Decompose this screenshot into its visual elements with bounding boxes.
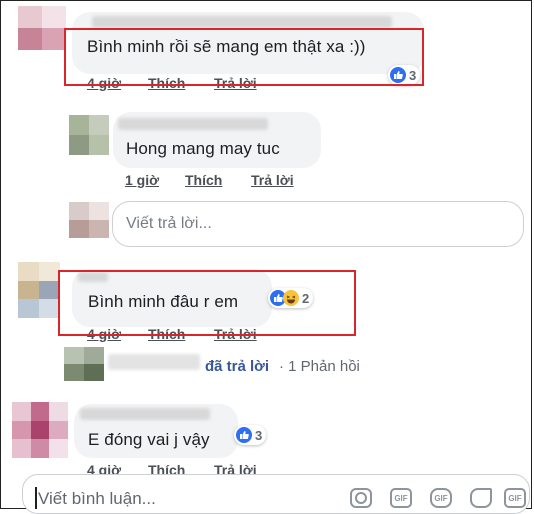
reply-input[interactable]: Viết trả lời... — [112, 201, 524, 247]
replied-label[interactable]: đã trả lời — [205, 358, 269, 375]
replier-name[interactable] — [108, 354, 200, 370]
comment-input[interactable]: Viết bình luận... — [22, 474, 530, 514]
gif-alt-icon[interactable]: GIF — [430, 488, 452, 508]
comment-timestamp[interactable]: 1 giờ — [125, 172, 159, 188]
avatar[interactable] — [18, 6, 66, 50]
avatar[interactable] — [12, 402, 68, 458]
reaction-count: 3 — [255, 427, 263, 443]
camera-icon[interactable] — [350, 488, 372, 508]
comment-input-placeholder: Viết bình luận... — [38, 489, 156, 508]
avatar — [64, 347, 104, 381]
replies-count[interactable]: · 1 Phản hồi — [279, 358, 360, 375]
commenter-name[interactable] — [80, 408, 210, 420]
gif-icon[interactable]: GIF — [390, 488, 412, 508]
text-cursor — [35, 487, 37, 509]
reply-input-placeholder: Viết trả lời... — [126, 215, 212, 232]
reaction-summary[interactable]: 3 — [234, 425, 267, 445]
avatar[interactable] — [18, 262, 60, 318]
avatar[interactable] — [69, 115, 109, 155]
like-icon — [236, 427, 252, 443]
commenter-name[interactable] — [118, 118, 268, 130]
sticker-icon[interactable] — [470, 488, 492, 508]
comment-text: Hong mang may tuc — [126, 139, 280, 158]
gif-icon-2[interactable]: GIF — [504, 488, 526, 508]
reply-link[interactable]: Trả lời — [251, 172, 294, 188]
like-link[interactable]: Thích — [185, 172, 222, 188]
commenter-name[interactable] — [92, 16, 392, 28]
highlight-box — [64, 28, 424, 86]
comment-text: E đóng vai j vậy — [88, 430, 210, 449]
avatar — [69, 202, 109, 238]
highlight-box — [58, 270, 356, 336]
